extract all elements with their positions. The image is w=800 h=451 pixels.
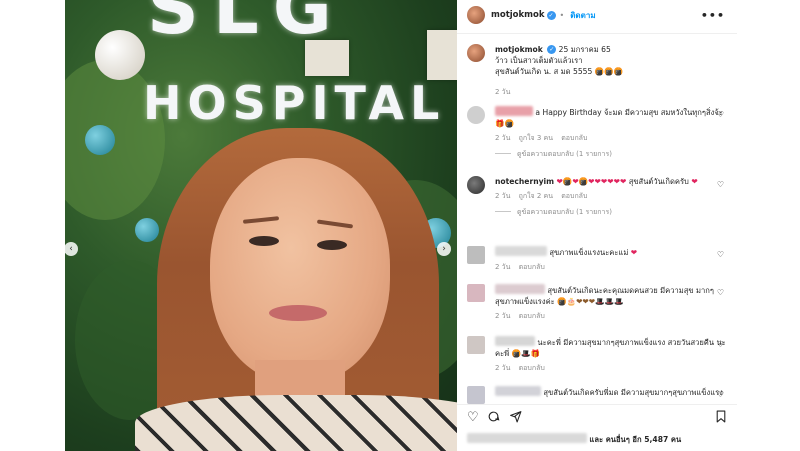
prev-photo-button[interactable]: ‹ [65,242,78,256]
blurred-username [495,284,545,294]
caption-username[interactable]: motjokmok [495,45,543,54]
reply-button[interactable]: ตอบกลับ [519,364,545,372]
action-bar: ♡ [467,410,729,428]
list-item: สุขภาพแข็งแรงนะคะแม่ ❤ 2 วัน ตอบกลับ ♡ [467,246,732,273]
avatar[interactable] [467,336,485,354]
comment-meta: 2 วัน ตอบกลับ [495,311,732,322]
list-item: นะคะพี่ มีความสุขมากๆสุขภาพแข็งแรง สวยวั… [467,336,732,374]
ornament [95,30,145,80]
verified-icon: ✓ [547,45,557,54]
view-replies-button[interactable]: ดูข้อความตอบกลับ (1 รายการ) [495,207,732,218]
page-margin [0,0,65,451]
gift-box [427,30,457,80]
comment-likes[interactable]: ถูกใจ 2 คน [519,192,553,200]
blurred-liker [467,433,587,443]
comment-emoji: ❤ [691,177,698,186]
follow-button[interactable]: ติดตาม [570,9,595,22]
person-face [210,158,390,383]
heart-icon[interactable]: ♡ [717,389,724,400]
avatar[interactable] [467,176,485,194]
avatar[interactable] [467,246,485,264]
comment-text: สุขสันต์วันเกิดครับพี่มด มีความสุขมากๆสุ… [543,388,723,397]
comment-emoji: ❤🍘❤🍘❤❤❤❤❤❤ [556,177,627,186]
view-replies-button[interactable]: ดูข้อความตอบกลับ (1 รายการ) [495,149,732,160]
comment-text: a Happy Birthday จ้ะมด มีความสุข สมหวังใ… [535,108,723,117]
next-photo-button[interactable]: › [437,242,451,256]
lips [269,305,327,321]
heart-icon[interactable]: ♡ [717,109,724,120]
hospital-sign: HOSPITAL [143,76,446,130]
reply-button[interactable]: ตอบกลับ [561,192,587,200]
comment-icon[interactable] [487,410,500,427]
post-photo[interactable]: SLG HOSPITAL ‹ › [65,0,457,451]
heart-icon[interactable]: ♡ [717,249,724,260]
blurred-username [495,106,533,116]
avatar[interactable] [467,6,485,24]
ornament [135,218,159,242]
list-item: a Happy Birthday จ้ะมด มีความสุข สมหวังใ… [467,106,732,160]
list-item: notechernyim ❤🍘❤🍘❤❤❤❤❤❤ สุขสันต์วันเกิดค… [467,176,732,218]
reply-button[interactable]: ตอบกลับ [519,263,545,271]
caption-line: สุขสันต์วันเกิด น. ส มด 5555 [495,67,593,76]
avatar[interactable] [467,284,485,302]
heart-icon[interactable]: ♡ [717,179,724,190]
blurred-username [495,246,547,256]
avatar[interactable] [467,386,485,404]
comment-emoji: 🎁🍘 [495,119,514,128]
list-item: สุขสันต์วันเกิดครับพี่มด มีความสุขมากๆสุ… [467,386,732,404]
caption-date: 25 มกราคม 65 [558,45,611,54]
heart-icon[interactable]: ♡ [467,410,479,425]
eye [317,240,347,250]
caption-line: ว้าว เป็นสาวเต็มตัวแล้วเรา [495,56,583,65]
caption-emoji: 🍘🍘🍘 [594,67,624,76]
share-icon[interactable] [509,410,522,427]
reply-button[interactable]: ตอบกลับ [519,312,545,320]
post-username[interactable]: motjokmok [491,10,545,20]
person-shirt [135,395,457,451]
eye [249,236,279,246]
comment-meta: 2 วัน ตอบกลับ [495,262,732,273]
comments-list[interactable]: motjokmok ✓ 25 มกราคม 65 ว้าว เป็นสาวเต็… [457,34,737,404]
comment-time: 2 วัน [495,192,511,200]
caption-time: 2 วัน [495,88,511,96]
comment-username[interactable]: notechernyim [495,177,554,186]
likes-text: และ คนอื่นๆ อีก 5,487 คน [589,435,682,444]
more-icon[interactable]: ••• [701,9,725,22]
blurred-username [495,336,535,346]
comment-time: 2 วัน [495,312,511,320]
post-header: motjokmok ✓ • ติดตาม [457,0,737,30]
gift-box [305,40,349,76]
caption: motjokmok ✓ 25 มกราคม 65 ว้าว เป็นสาวเต็… [467,44,732,98]
comment-emoji: 🍘🎂❤❤❤🎩🎩🎩 [557,297,624,306]
avatar[interactable] [467,44,485,62]
comment-time: 2 วัน [495,364,511,372]
bookmark-icon[interactable] [715,410,727,427]
divider [457,404,737,405]
comment-emoji: ❤ [630,248,638,257]
comment-text: สุขสันต์วันเกิดครับ [628,177,689,186]
comment-meta: 2 วัน ถูกใจ 3 คน ตอบกลับ [495,133,732,144]
separator-dot: • [559,10,565,20]
comment-meta: 2 วัน ตอบกลับ [495,363,732,374]
ornament [85,125,115,155]
heart-icon[interactable]: ♡ [717,339,724,350]
comment-emoji: 🍘🎩🎁 [511,349,540,358]
verified-icon: ✓ [546,10,556,20]
comment-likes[interactable]: ถูกใจ 3 คน [519,134,553,142]
likes-summary[interactable]: และ คนอื่นๆ อีก 5,487 คน [467,433,681,446]
avatar[interactable] [467,106,485,124]
list-item: สุขสันต์วันเกิดนะคะคุณมดคนสวย มีความสุข … [467,284,732,322]
comment-text: สุขภาพแข็งแรงนะคะแม่ [549,248,629,257]
blurred-username [495,386,541,396]
reply-button[interactable]: ตอบกลับ [561,134,587,142]
heart-icon[interactable]: ♡ [717,287,724,298]
post-side-panel: motjokmok ✓ • ติดตาม ••• motjokmok ✓ 25 … [457,0,800,451]
comment-time: 2 วัน [495,263,511,271]
comment-time: 2 วัน [495,134,511,142]
comment-meta: 2 วัน ถูกใจ 2 คน ตอบกลับ [495,191,732,202]
